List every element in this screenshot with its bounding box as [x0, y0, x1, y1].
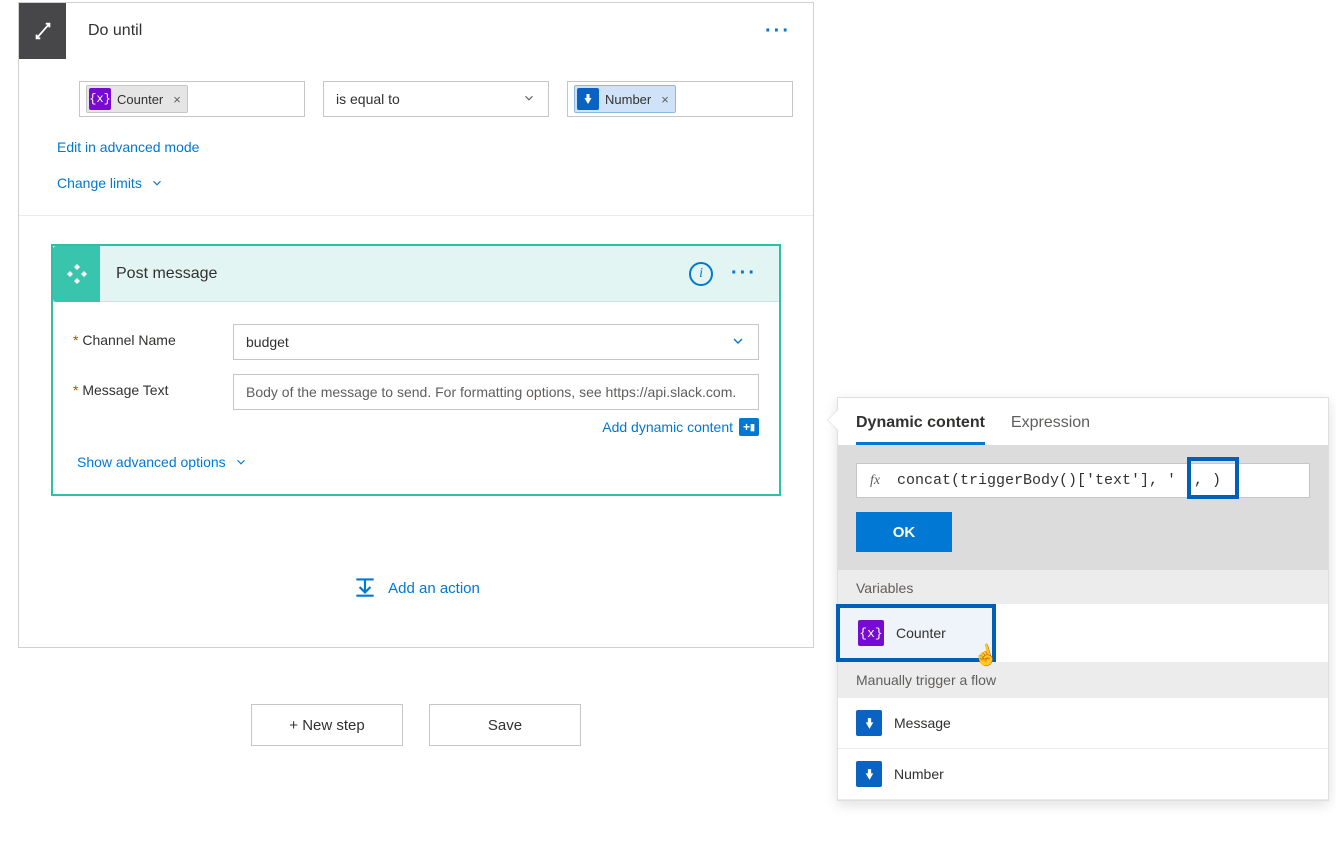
ok-button[interactable]: OK [856, 512, 952, 552]
operator-label: is equal to [336, 91, 400, 107]
chevron-down-icon [730, 333, 746, 352]
edit-advanced-link[interactable]: Edit in advanced mode [19, 129, 813, 165]
info-icon[interactable]: i [689, 262, 713, 286]
trigger-icon [577, 88, 599, 110]
message-text-input[interactable]: Body of the message to send. For formatt… [233, 374, 759, 410]
post-message-menu-icon[interactable]: ··· [731, 262, 779, 285]
expression-input[interactable] [893, 464, 1309, 497]
do-until-card: Do until ··· {x} Counter × is equal to N… [18, 2, 814, 648]
dynamic-content-badge-icon: +▮ [739, 418, 759, 436]
chevron-down-icon [234, 455, 248, 469]
add-dynamic-content-link[interactable]: Add dynamic content [602, 419, 733, 435]
left-token-label: Counter [117, 92, 163, 107]
do-until-menu-icon[interactable]: ··· [765, 20, 813, 43]
show-advanced-options-link[interactable]: Show advanced options [73, 444, 759, 480]
post-message-title: Post message [100, 265, 689, 283]
channel-name-label: * Channel Name [73, 324, 233, 348]
change-limits-link[interactable]: Change limits [19, 165, 813, 201]
do-until-header[interactable]: Do until ··· [19, 3, 813, 59]
add-action-icon [352, 574, 378, 603]
right-token-label: Number [605, 92, 651, 107]
post-message-card: Post message i ··· * Channel Name budget… [51, 244, 781, 496]
tab-dynamic-content[interactable]: Dynamic content [856, 414, 985, 445]
do-until-icon [19, 3, 66, 59]
do-until-title: Do until [66, 22, 765, 40]
add-action-button[interactable]: Add an action [388, 580, 480, 597]
trigger-icon [856, 761, 882, 787]
condition-operator-select[interactable]: is equal to [323, 81, 549, 117]
trigger-icon [856, 710, 882, 736]
dynamic-item-message[interactable]: Message [838, 698, 1328, 749]
condition-row: {x} Counter × is equal to Number × [19, 59, 813, 129]
post-message-header[interactable]: Post message i ··· [53, 246, 779, 302]
channel-name-select[interactable]: budget [233, 324, 759, 360]
section-variables: Variables [838, 570, 1328, 606]
dynamic-content-panel: Dynamic content Expression fx OK Variabl… [837, 397, 1329, 801]
chevron-down-icon [150, 176, 164, 190]
condition-right-input[interactable]: Number × [567, 81, 793, 117]
variable-icon: {x} [89, 88, 111, 110]
tab-expression[interactable]: Expression [1011, 414, 1090, 445]
fx-icon: fx [857, 473, 893, 489]
slack-icon [53, 246, 100, 302]
chevron-down-icon [522, 91, 536, 108]
dynamic-item-number[interactable]: Number [838, 749, 1328, 800]
variable-icon: {x} [858, 620, 884, 646]
remove-token-icon[interactable]: × [661, 92, 669, 107]
section-trigger: Manually trigger a flow [838, 662, 1328, 698]
condition-left-input[interactable]: {x} Counter × [79, 81, 305, 117]
expression-input-row: fx [856, 463, 1310, 498]
new-step-button[interactable]: + New step [251, 704, 403, 746]
message-text-label: * Message Text [73, 374, 233, 398]
counter-item-highlight: {x} Counter ☝ [836, 604, 996, 662]
dynamic-item-counter[interactable]: {x} Counter [840, 608, 992, 658]
remove-token-icon[interactable]: × [173, 92, 181, 107]
save-button[interactable]: Save [429, 704, 581, 746]
